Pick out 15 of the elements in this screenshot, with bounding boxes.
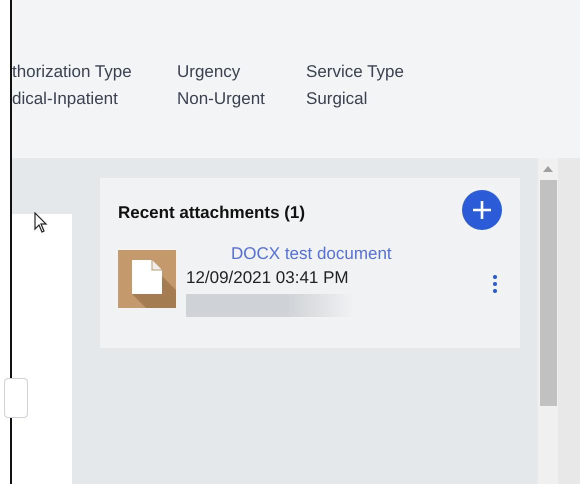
card-title: Recent attachments (1) (118, 203, 306, 223)
field-value: Surgical (306, 89, 368, 109)
scroll-thumb[interactable] (540, 180, 556, 406)
plus-icon (471, 199, 493, 221)
scroll-up-icon[interactable] (543, 166, 553, 172)
attachment-timestamp: 12/09/2021 03:41 PM (186, 268, 350, 288)
calendar-button[interactable] (4, 378, 28, 418)
attachment-link[interactable]: DOCX test document (231, 244, 478, 264)
add-button[interactable] (462, 190, 502, 230)
field-value: dical-Inpatient (12, 89, 119, 109)
field-label: Urgency (177, 62, 242, 82)
field-label: Service Type (306, 62, 404, 82)
field-label: thorization Type (12, 62, 133, 82)
field-value: Non-Urgent (177, 89, 266, 109)
scrollbar[interactable] (538, 158, 558, 484)
